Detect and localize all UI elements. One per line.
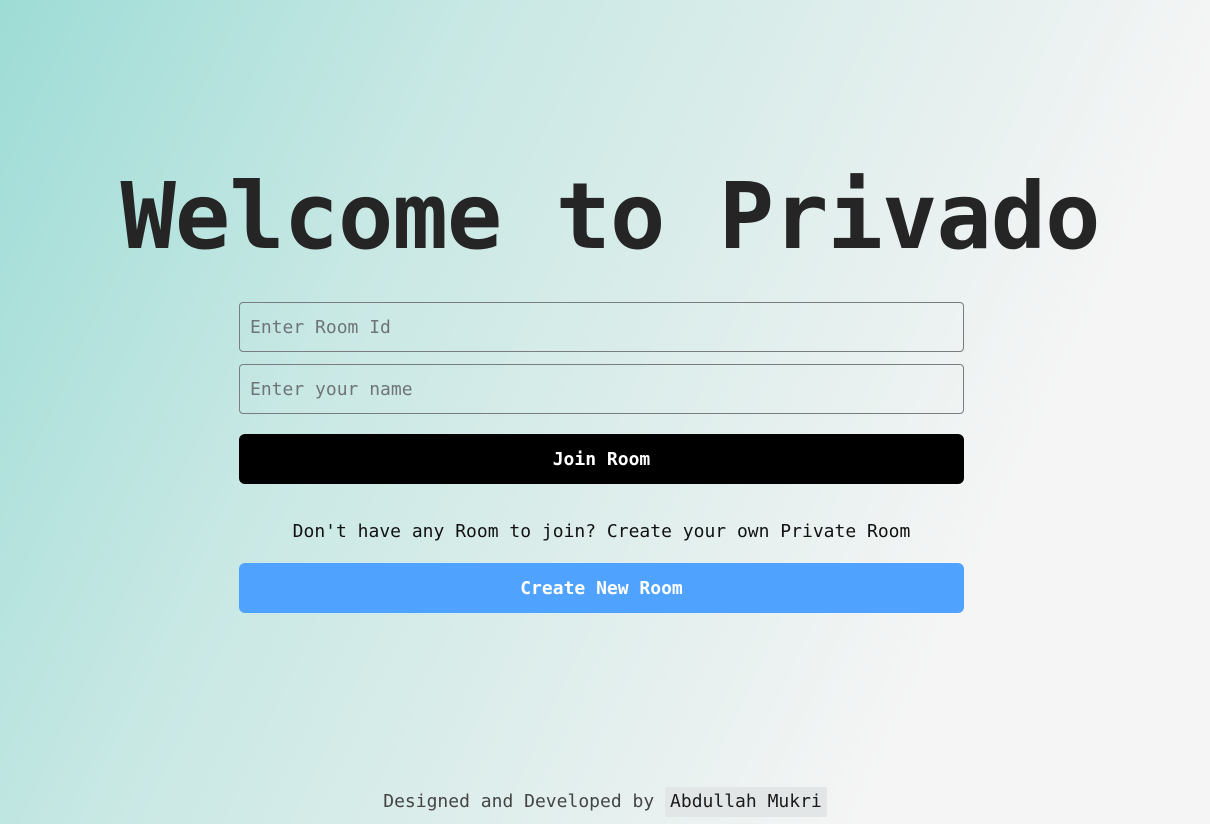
create-new-room-button[interactable]: Create New Room: [239, 563, 964, 613]
page-title: Welcome to Privado: [120, 163, 1101, 270]
join-room-button[interactable]: Join Room: [239, 434, 964, 484]
join-form: Join Room Don't have any Room to join? C…: [239, 302, 964, 613]
author-name: Abdullah Mukri: [665, 787, 827, 817]
room-id-input[interactable]: [239, 302, 964, 352]
name-input[interactable]: [239, 364, 964, 414]
create-room-hint: Don't have any Room to join? Create your…: [292, 521, 911, 542]
page: Welcome to Privado Join Room Don't have …: [0, 0, 1210, 824]
footer: Designed and Developed by Abdullah Mukri: [0, 787, 1210, 817]
footer-credit-text: Designed and Developed by: [383, 791, 655, 812]
